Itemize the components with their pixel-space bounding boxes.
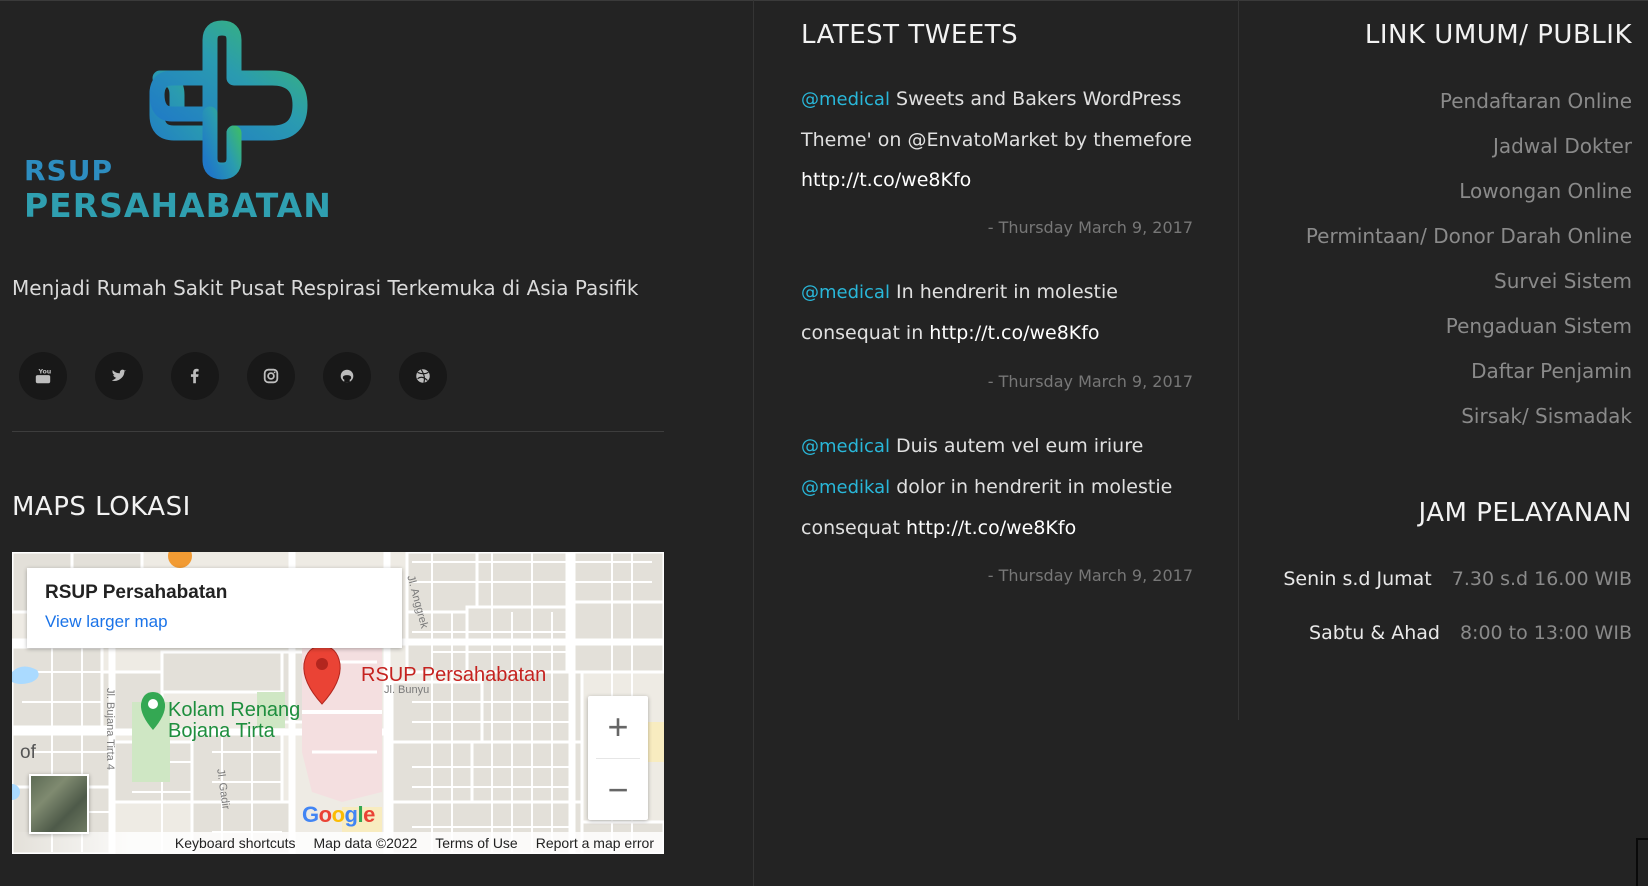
hospital-logo[interactable]: RSUP PERSAHABATAN [22,20,332,225]
svg-text:You: You [38,368,52,375]
poi-label-line-2: Bojana Tirta [168,720,275,742]
poi-label-line-1: Kolam Renang [168,699,301,721]
links-title: LINK UMUM/ PUBLIK [1364,20,1632,50]
tweet-handle[interactable]: @medical [801,89,890,110]
hours-time: 8:00 to 13:00 WIB [1459,622,1632,644]
map-attribution: Keyboard shortcuts Map data ©2022 Terms … [12,832,664,854]
youtube-icon[interactable]: You [19,352,67,400]
zoom-control: + − [588,696,648,820]
logo-line-1: RSUP [24,154,113,187]
link-item-donor-darah[interactable]: Permintaan/ Donor Darah Online [1306,221,1632,266]
link-item-survei[interactable]: Survei Sistem [1306,266,1632,311]
about-column: RSUP PERSAHABATAN Menjadi Rumah Sakit Pu… [0,0,754,886]
hours-title: JAM PELAYANAN [1418,498,1632,528]
link-item-jadwal-dokter[interactable]: Jadwal Dokter [1306,131,1632,176]
map-edge-text: of [20,742,36,763]
poi-label[interactable]: Kolam Renang Bojana Tirta [168,700,300,742]
google-logo: Google [302,802,375,827]
maps-title: MAPS LOKASI [12,492,191,522]
satellite-toggle[interactable] [29,774,89,834]
tweet-handle[interactable]: @medikal [801,477,890,498]
dribbble-icon[interactable] [399,352,447,400]
embedded-map[interactable]: Jl. Anggrek Jl. Bunyu Jl. Bujana Tirta 4… [12,552,664,854]
terms-link[interactable]: Terms of Use [435,835,517,851]
zoom-out-button[interactable]: − [588,759,648,821]
hours-day: Senin s.d Jumat [1283,568,1432,590]
hours-row: Senin s.d Jumat 7.30 s.d 16.00 WIB [1283,568,1632,590]
public-links-list: Pendaftaran Online Jadwal Dokter Lowonga… [1306,86,1632,446]
facebook-icon[interactable] [171,352,219,400]
link-item-lowongan[interactable]: Lowongan Online [1306,176,1632,221]
map-data-label: Map data ©2022 [313,835,418,851]
tweet-link[interactable]: http://t.co/we8Kfo [906,517,1076,539]
twitter-icon[interactable] [95,352,143,400]
tweet-text: Duis autem vel eum iriure [889,435,1144,457]
view-larger-map-link[interactable]: View larger map [45,612,384,632]
tweet-link[interactable]: http://t.co/we8Kfo [929,322,1099,344]
hours-day: Sabtu & Ahad [1309,622,1440,644]
tweet-date: - Thursday March 9, 2017 [987,218,1193,237]
map-place-title: RSUP Persahabatan [45,582,228,603]
tweet-date: - Thursday March 9, 2017 [987,566,1193,585]
link-item-pendaftaran[interactable]: Pendaftaran Online [1306,86,1632,131]
links-column: LINK UMUM/ PUBLIK Pendaftaran Online Jad… [1240,0,1648,886]
hours-row: Sabtu & Ahad 8:00 to 13:00 WIB [1309,622,1632,644]
link-item-pengaduan[interactable]: Pengaduan Sistem [1306,311,1632,356]
street-label: Jl. Bujana Tirta 4 [104,688,116,770]
tweet-link[interactable]: http://t.co/we8Kfo [801,169,971,191]
tweet: @medical In hendrerit in molestie conseq… [801,272,1201,353]
link-item-penjamin[interactable]: Daftar Penjamin [1306,356,1632,401]
keyboard-shortcuts-link[interactable]: Keyboard shortcuts [175,835,296,851]
tweets-title: LATEST TWEETS [801,20,1019,50]
tweet-date: - Thursday March 9, 2017 [987,372,1193,391]
social-links: You [19,352,447,400]
tweet: @medical Duis autem vel eum iriure @medi… [801,426,1201,548]
logo-line-2: PERSAHABATAN [24,186,332,225]
tagline: Menjadi Rumah Sakit Pusat Respirasi Terk… [12,276,639,300]
tweets-column: LATEST TWEETS @medical Sweets and Bakers… [755,0,1239,720]
github-icon[interactable] [323,352,371,400]
zoom-in-button[interactable]: + [588,696,648,758]
link-item-sirsak[interactable]: Sirsak/ Sismadak [1306,401,1632,446]
divider [12,431,664,432]
pin-label[interactable]: RSUP Persahabatan [361,664,546,687]
tweet: @medical Sweets and Bakers WordPress The… [801,79,1201,200]
hours-time: 7.30 s.d 16.00 WIB [1451,568,1632,590]
report-error-link[interactable]: Report a map error [536,835,654,851]
scroll-corner [1636,838,1648,886]
tweet-handle[interactable]: @medical [801,436,890,457]
map-info-card: RSUP Persahabatan View larger map [27,568,402,648]
tweet-handle[interactable]: @medical [801,282,890,303]
instagram-icon[interactable] [247,352,295,400]
